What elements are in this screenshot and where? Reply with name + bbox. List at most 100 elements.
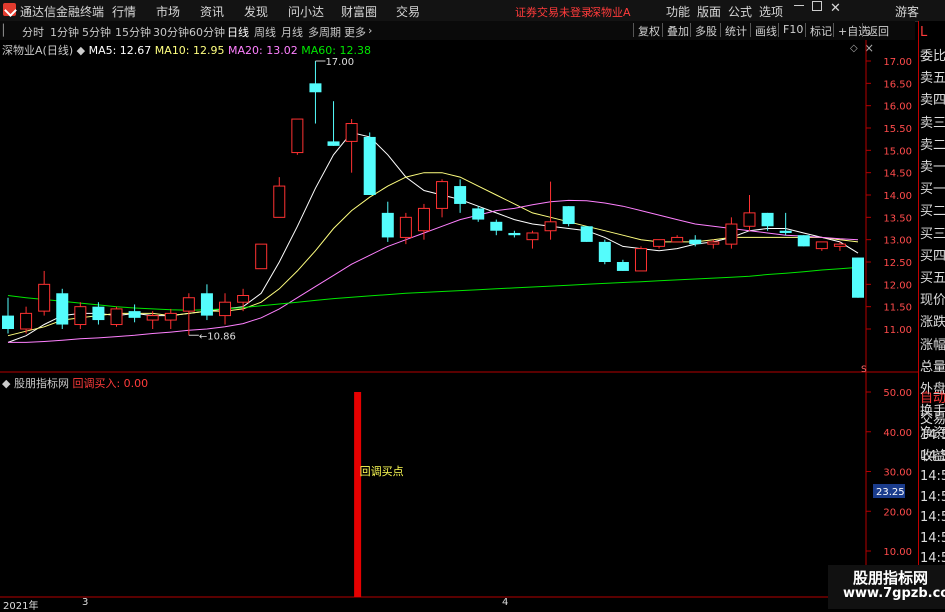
login-status[interactable]: 证券交易未登录 — [515, 4, 592, 20]
trade-time-item: 14:56 — [920, 551, 945, 566]
ma-line-ma60 — [7, 266, 859, 311]
trade-time-item: 14:56 — [920, 530, 945, 546]
sidebar-item: 卖二 — [920, 137, 945, 153]
sidebar-item: 委比 — [920, 49, 945, 64]
candle-body — [309, 83, 322, 93]
trade-time-item: 14:56 — [920, 469, 945, 484]
candle-body — [381, 212, 394, 238]
chevron-right-icon[interactable]: › — [368, 24, 372, 37]
period-tab-1min[interactable]: 1分钟 — [50, 24, 79, 40]
candle-body — [182, 297, 195, 312]
period-tab-monthly[interactable]: 月线 — [281, 24, 303, 40]
candle-body — [255, 243, 268, 270]
candle-body — [598, 241, 611, 262]
kline-chart[interactable]: 17.00 16.50 16.00 15.50 15.00 14.50 14.00 13.50… — [0, 40, 918, 609]
period-tab-5min[interactable]: 5分钟 — [82, 24, 111, 40]
app-logo-icon — [3, 3, 16, 16]
ma-line-ma20 — [8, 199, 859, 343]
toolbar-stats-button[interactable]: 统计 — [720, 23, 751, 38]
period-tab-15min[interactable]: 15分钟 — [115, 24, 151, 40]
y-tick-label: 16.00 — [883, 102, 912, 113]
y-tick-label: 11.00 — [883, 325, 912, 336]
trade-time-item: 14:56 — [920, 428, 945, 443]
candle-body — [508, 232, 521, 236]
axis-year-label: 2021年 — [3, 601, 39, 612]
candle-body — [580, 226, 593, 242]
toolbar-adjust-button[interactable]: 复权 — [633, 23, 664, 38]
list-icon[interactable]: ▏ — [3, 24, 11, 37]
maximize-icon[interactable] — [812, 1, 822, 11]
menu-item-layout[interactable]: 版面 — [697, 3, 721, 20]
toolbar-f10-button[interactable]: F10 — [778, 23, 807, 37]
period-tab-60min[interactable]: 60分钟 — [189, 24, 225, 40]
candle-body — [526, 232, 539, 241]
app-title: 通达信金融终端 — [20, 5, 105, 19]
candle-body — [399, 216, 412, 238]
current-stock: 深物业A — [590, 6, 631, 19]
candle-body — [544, 221, 557, 232]
candle-body — [291, 118, 304, 154]
menu-item-market[interactable]: 市场 — [156, 3, 180, 20]
sidebar-toggle[interactable]: L — [920, 25, 927, 40]
close-icon[interactable]: ✕ — [830, 1, 841, 16]
candle-body — [815, 241, 828, 250]
sidebar-item: 涨跌 — [920, 315, 945, 331]
period-tab-30min[interactable]: 30分钟 — [153, 24, 189, 40]
period-tab-multi[interactable]: 多周期 — [308, 24, 341, 40]
menu-item-trade[interactable]: 交易 — [396, 3, 420, 20]
period-tab-timeshare[interactable]: 分时 — [22, 24, 44, 40]
toolbar-mark-button[interactable]: 标记 — [805, 23, 836, 38]
toolbar-multistock-button[interactable]: 多股 — [690, 23, 721, 38]
candle-body — [219, 301, 232, 317]
menu-item-news[interactable]: 资讯 — [200, 3, 224, 20]
menu-item-assistant[interactable]: 问小达 — [288, 3, 324, 20]
candle-body — [20, 312, 33, 330]
candle-body — [74, 306, 87, 326]
ind-y-tick-label: 10.00 — [883, 547, 912, 558]
sidebar-item: 总量 — [920, 359, 945, 375]
axis-month-4: 4 — [502, 597, 509, 608]
guest-label[interactable]: 游客 — [895, 3, 919, 20]
trade-time-item: 14:56 — [920, 489, 945, 505]
menu-item-discover[interactable]: 发现 — [244, 3, 268, 20]
candle-body — [761, 212, 774, 227]
candle-body — [743, 212, 756, 227]
watermark-url: www.7gpzb.com — [843, 586, 945, 601]
candle-body — [273, 185, 286, 218]
candle-body — [689, 239, 702, 245]
candle-body — [852, 257, 864, 298]
candle-body — [237, 295, 250, 303]
toolbar-overlay-button[interactable]: 叠加 — [662, 23, 693, 38]
menu-item-options[interactable]: 选项 — [759, 3, 783, 20]
candle-body — [653, 239, 666, 247]
watermark-title: 股朋指标网 — [853, 569, 929, 587]
candle-body — [417, 207, 430, 232]
candle-body — [110, 308, 123, 326]
minimize-icon[interactable] — [794, 5, 804, 6]
candle-body — [797, 235, 810, 247]
price-box-value: 23.25 — [876, 487, 905, 498]
menu-item-wealth[interactable]: 财富圈 — [341, 3, 377, 20]
sidebar-item: 买二 — [920, 204, 945, 220]
sell-marker: S — [861, 365, 867, 375]
candle-body — [725, 223, 738, 245]
menu-item-function[interactable]: 功能 — [666, 3, 690, 20]
back-button[interactable]: 返回 — [862, 23, 893, 38]
indicator-bar — [354, 392, 362, 597]
toolbar-draw-button[interactable]: 画线 — [750, 23, 781, 38]
period-tab-more[interactable]: 更多 — [344, 24, 366, 40]
y-tick-label: 13.00 — [883, 236, 912, 247]
menu-item-formula[interactable]: 公式 — [728, 3, 752, 20]
candle-body — [200, 293, 213, 316]
candle-body — [164, 312, 177, 321]
menu-item-quotes[interactable]: 行情 — [112, 3, 136, 20]
period-tab-weekly[interactable]: 周线 — [254, 24, 276, 40]
candle-body — [671, 236, 684, 243]
y-tick-label: 12.00 — [883, 280, 912, 291]
trade-time-item: 交易 — [920, 411, 945, 427]
menu-bar — [0, 0, 945, 22]
candle-body — [562, 206, 575, 225]
period-tab-daily[interactable]: 日线 — [227, 24, 249, 40]
ind-y-tick-label: 30.00 — [883, 468, 912, 479]
y-tick-label: 16.50 — [883, 79, 912, 90]
